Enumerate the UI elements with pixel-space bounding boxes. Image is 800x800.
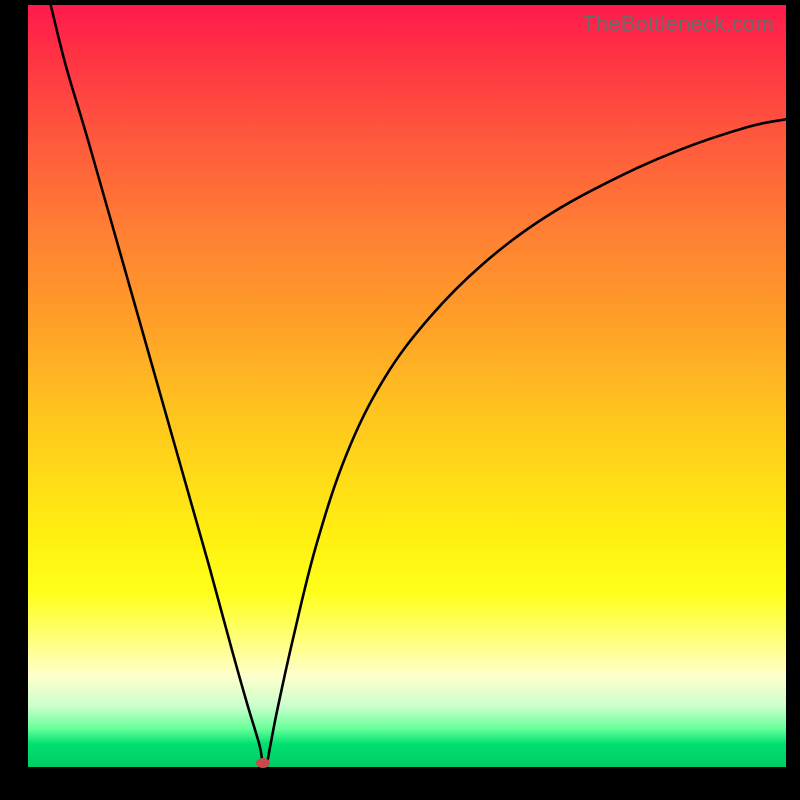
- minimum-marker: [256, 758, 270, 768]
- bottleneck-curve: [51, 5, 786, 766]
- curve-svg: [28, 5, 786, 767]
- plot-area: TheBottleneck.com: [28, 5, 786, 767]
- watermark-text: TheBottleneck.com: [582, 11, 774, 37]
- chart-container: TheBottleneck.com: [0, 0, 800, 800]
